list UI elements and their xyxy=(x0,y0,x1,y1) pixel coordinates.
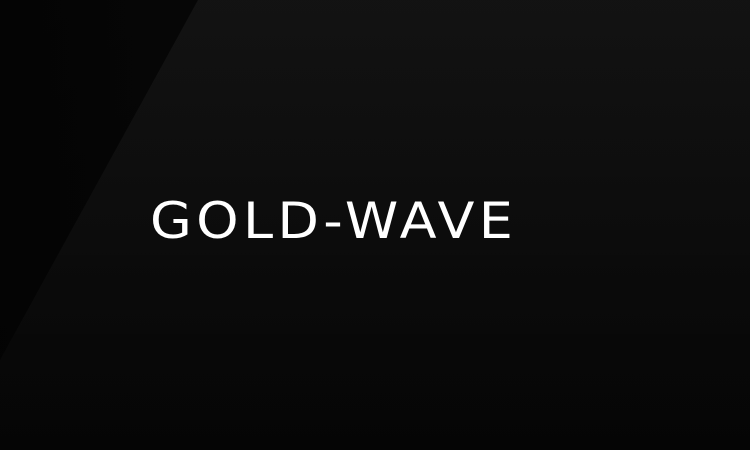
logo-canvas: GOLD-WAVE xyxy=(0,0,750,450)
logo-wordmark: GOLD-WAVE xyxy=(150,192,518,250)
